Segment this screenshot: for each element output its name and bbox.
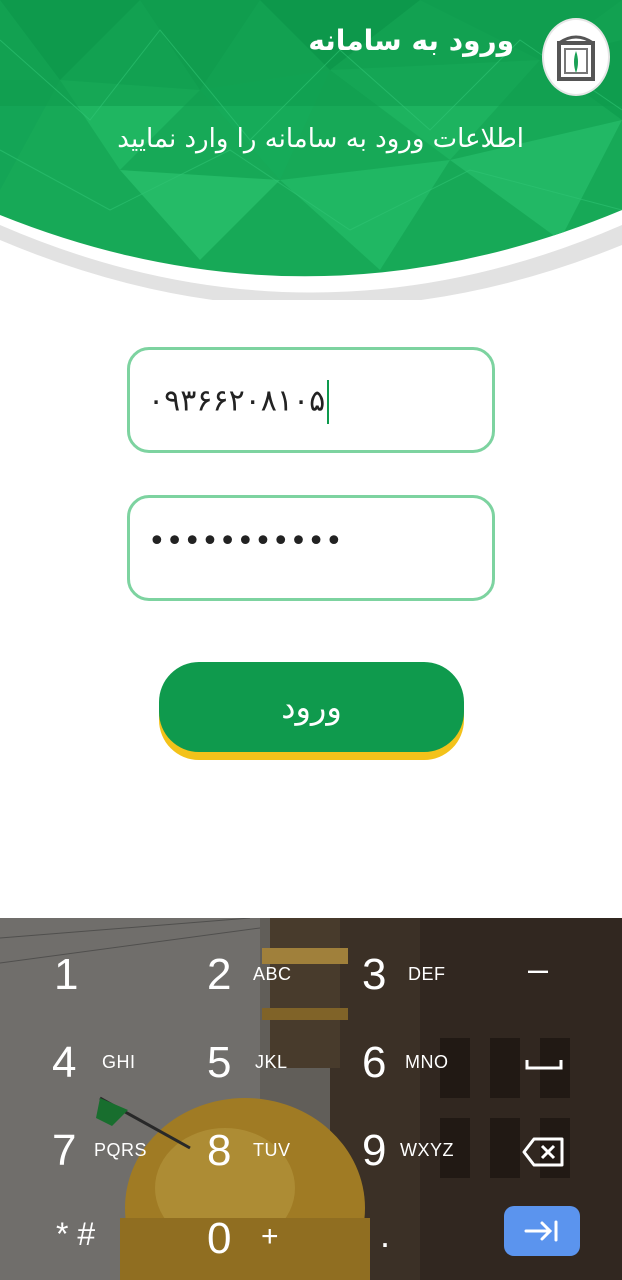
key-4[interactable]: 4 GHI (40, 1034, 160, 1094)
key-space[interactable] (510, 1034, 580, 1094)
next-key[interactable] (504, 1206, 580, 1256)
key-8[interactable]: 8 TUV (195, 1122, 315, 1182)
shrine-logo-icon[interactable] (542, 18, 610, 96)
phone-value: ۰۹۳۶۶۲۰۸۱۰۵ (148, 380, 330, 424)
backspace-key[interactable] (510, 1122, 580, 1182)
key-5[interactable]: 5 JKL (195, 1034, 315, 1094)
key-3[interactable]: 3 DEF (350, 946, 470, 1006)
text-caret (327, 380, 330, 424)
key-minus[interactable]: – (510, 946, 580, 1006)
backspace-icon (522, 1137, 564, 1167)
password-value: ••••••••••• (148, 524, 343, 559)
space-icon (525, 1060, 563, 1070)
key-7[interactable]: 7 PQRS (40, 1122, 160, 1182)
key-star-hash[interactable]: * # (40, 1210, 160, 1270)
numeric-keyboard: 1 2 ABC 3 DEF – 4 GHI 5 JKL 6 MNO 7 PQRS… (0, 918, 622, 1280)
login-button[interactable]: ورود (159, 662, 464, 760)
key-0[interactable]: 0 + (195, 1210, 315, 1270)
key-2[interactable]: 2 ABC (195, 946, 315, 1006)
key-9[interactable]: 9 WXYZ (350, 1122, 470, 1182)
key-6[interactable]: 6 MNO (350, 1034, 470, 1094)
key-1[interactable]: 1 (40, 946, 160, 1006)
page-title: ورود به سامانه (308, 24, 514, 57)
tab-next-icon (524, 1220, 558, 1242)
key-dot[interactable]: . (350, 1210, 470, 1270)
login-button-label: ورود (159, 662, 464, 752)
header: ورود به سامانه اطلاعات ورود به سامانه را… (0, 0, 622, 300)
top-bar: ورود به سامانه (0, 0, 622, 106)
phone-input[interactable]: ۰۹۳۶۶۲۰۸۱۰۵ (127, 347, 495, 453)
header-subtitle: اطلاعات ورود به سامانه را وارد نمایید (117, 124, 524, 154)
password-input[interactable]: ••••••••••• (127, 495, 495, 601)
